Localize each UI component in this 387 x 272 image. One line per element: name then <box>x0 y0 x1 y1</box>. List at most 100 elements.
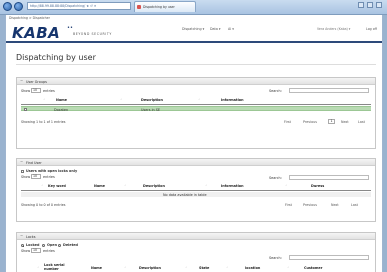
back-icon[interactable] <box>3 2 12 11</box>
site-header: KABA •• BEYOND SECURITY Dispatching ▾ Da… <box>6 21 382 43</box>
pager-next[interactable]: Next <box>341 120 349 124</box>
locked-radio[interactable] <box>21 244 24 247</box>
col-name[interactable]: Name <box>94 184 105 188</box>
forward-icon[interactable] <box>14 2 23 11</box>
col-duress[interactable]: Duress <box>311 184 324 188</box>
divider <box>16 64 376 65</box>
entries-label: entries <box>43 175 55 179</box>
search-label: Search: <box>269 256 282 260</box>
entries-select[interactable]: 10 <box>31 174 41 179</box>
collapse-icon[interactable]: − <box>20 160 23 164</box>
sort-icon[interactable]: ⌃ <box>285 184 288 188</box>
row-name: Dozaten <box>54 107 69 112</box>
sort-icon[interactable]: ⌃ <box>287 266 290 270</box>
kaba-logo[interactable]: KABA <box>12 24 60 42</box>
nav-data[interactable]: Data ▾ <box>210 27 221 31</box>
user-menu[interactable]: Vera Anders (Kaba) ▾ <box>317 27 350 31</box>
col-key-word[interactable]: Key word <box>48 184 66 188</box>
pager-previous[interactable]: Previous <box>303 120 317 124</box>
entries-select[interactable]: 10 <box>31 248 41 253</box>
locked-label: Locked <box>26 243 40 247</box>
deleted-radio[interactable] <box>58 244 61 247</box>
search-label: Search: <box>269 89 282 93</box>
col-description[interactable]: Description <box>143 184 165 188</box>
sort-icon[interactable]: ⌃ <box>124 184 127 188</box>
sort-icon[interactable]: ⌃ <box>198 98 201 102</box>
search-input[interactable] <box>289 255 369 260</box>
pager-last[interactable]: Last <box>351 203 358 207</box>
favicon-icon <box>137 5 141 9</box>
sort-icon[interactable]: ⌃ <box>185 266 188 270</box>
table-header: ⌃ Key word Name ⌃ Description ⌃ Informat… <box>21 182 371 191</box>
user-groups-panel: − User Groups Show 10 entries Search: ⌃ … <box>16 77 376 149</box>
search-input[interactable] <box>289 88 369 93</box>
tagline: BEYOND SECURITY <box>73 32 112 36</box>
sort-icon[interactable]: ⌃ <box>226 266 229 270</box>
empty-message: No data available in table <box>163 192 207 197</box>
breadcrumb: Dispatching > Dispatcher <box>9 16 50 20</box>
pager-first[interactable]: First <box>284 120 291 124</box>
address-text: http://88.99.88.88:88/Dispatching/ ★ ↺ ✕ <box>30 4 97 8</box>
sort-icon[interactable]: ⌃ <box>37 266 40 270</box>
browser-tab[interactable]: Dispatching by user <box>134 1 196 12</box>
page: Dispatching > Dispatcher KABA •• BEYOND … <box>5 15 383 272</box>
search-input[interactable] <box>289 175 369 180</box>
col-description[interactable]: Description <box>139 266 161 270</box>
page-title: Dispatching by user <box>16 53 96 62</box>
pager-next[interactable]: Next <box>331 203 339 207</box>
panel-title: Find User <box>26 160 42 165</box>
collapse-icon[interactable]: − <box>20 79 23 83</box>
col-state[interactable]: State <box>199 266 209 270</box>
entries-label: entries <box>43 89 55 93</box>
panel-header[interactable]: − Locks <box>17 233 375 240</box>
sort-icon[interactable]: ⌃ <box>120 98 123 102</box>
open-locks-checkbox[interactable] <box>21 170 24 173</box>
settings-icon[interactable] <box>376 2 382 8</box>
row-description: Users in SE <box>141 107 161 112</box>
show-label: Show <box>21 89 31 93</box>
pager-first[interactable]: First <box>285 203 292 207</box>
col-customer[interactable]: Customer <box>304 266 322 270</box>
tab-title: Dispatching by user <box>143 5 175 9</box>
sort-icon[interactable]: ⌃ <box>43 98 46 102</box>
col-description[interactable]: Description <box>141 98 163 102</box>
col-information[interactable]: Information <box>221 184 244 188</box>
col-name[interactable]: Name <box>91 266 102 270</box>
sort-icon[interactable]: ⌃ <box>124 266 127 270</box>
col-lock-serial-number[interactable]: Lock serial number <box>44 263 70 271</box>
open-label: Open <box>47 243 58 247</box>
pager-current[interactable]: 1 <box>328 119 335 124</box>
table-row[interactable]: Dozaten Users in SE <box>21 106 371 112</box>
search-label: Search: <box>269 176 282 180</box>
open-radio[interactable] <box>42 244 45 247</box>
show-label: Show <box>21 249 31 253</box>
panel-header[interactable]: − Find User <box>17 159 375 166</box>
pager-last[interactable]: Last <box>358 120 365 124</box>
sort-icon[interactable]: ⌃ <box>41 184 44 188</box>
show-label: Show <box>21 175 31 179</box>
table-info: Showing 1 to 1 of 1 entries <box>21 120 66 124</box>
entries-select[interactable]: 10 <box>31 88 41 93</box>
collapse-icon[interactable]: − <box>20 234 23 238</box>
address-bar[interactable]: http://88.99.88.88:88/Dispatching/ ★ ↺ ✕ <box>27 2 131 10</box>
panel-header[interactable]: − User Groups <box>17 78 375 85</box>
panel-title: User Groups <box>26 79 47 84</box>
col-location[interactable]: location <box>245 266 260 270</box>
home-icon[interactable] <box>358 2 364 8</box>
logo-dots: •• <box>67 25 73 31</box>
sort-icon[interactable]: ⌃ <box>205 184 208 188</box>
logout-link[interactable]: Log off <box>366 27 377 31</box>
table-info: Showing 0 to 0 of 0 entries <box>21 203 66 207</box>
col-name[interactable]: Name <box>56 98 67 102</box>
find-user-panel: − Find User Users with open locks only S… <box>16 158 376 222</box>
row-checkbox[interactable] <box>24 108 27 111</box>
favorites-icon[interactable] <box>367 2 373 8</box>
panel-title: Locks <box>26 234 36 239</box>
nav-al[interactable]: Al ▾ <box>228 27 234 31</box>
pager-previous[interactable]: Previous <box>303 203 317 207</box>
locks-panel: − Locks Locked Open Deleted Show 10 entr… <box>16 232 376 272</box>
table-header: ⌃ Lock serial number Name ⌃ Description … <box>21 262 371 272</box>
col-information[interactable]: Information <box>221 98 244 102</box>
nav-dispatching[interactable]: Dispatching ▾ <box>182 27 204 31</box>
entries-label: entries <box>43 249 55 253</box>
